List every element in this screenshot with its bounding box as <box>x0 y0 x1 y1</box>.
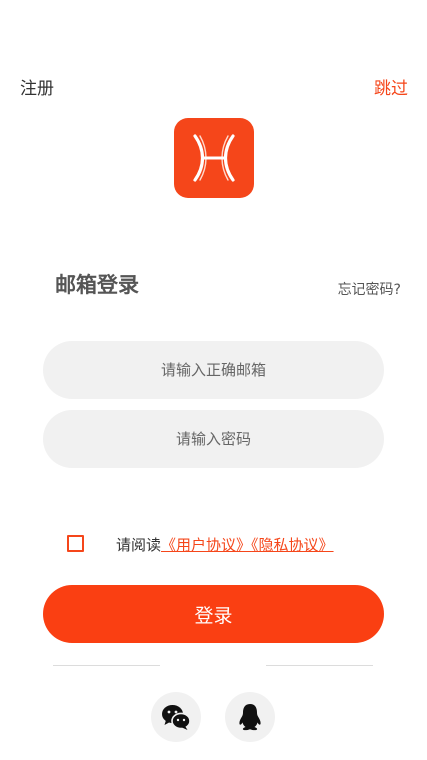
divider-left <box>53 665 160 666</box>
divider-right <box>266 665 373 666</box>
agreement-text: 请阅读《用户协议》《隐私协议》 <box>116 535 334 555</box>
forgot-password-link[interactable]: 忘记密码? <box>338 279 401 299</box>
email-input[interactable] <box>43 341 384 399</box>
password-input[interactable] <box>43 410 384 468</box>
qq-icon <box>239 704 261 731</box>
qq-login-button[interactable] <box>225 692 275 742</box>
login-heading: 邮箱登录 <box>55 273 139 297</box>
agreement-checkbox[interactable] <box>67 535 84 552</box>
privacy-policy-link[interactable]: 《隐私协议》 <box>251 536 334 554</box>
app-logo <box>174 118 254 198</box>
wechat-icon <box>162 705 191 730</box>
login-button[interactable]: 登录 <box>43 585 384 643</box>
skip-link[interactable]: 跳过 <box>374 74 408 99</box>
wechat-login-button[interactable] <box>151 692 201 742</box>
agreement-prefix: 请阅读 <box>116 536 162 554</box>
user-agreement-link[interactable]: 《用户协议》 <box>161 536 251 554</box>
register-link[interactable]: 注册 <box>20 74 54 99</box>
